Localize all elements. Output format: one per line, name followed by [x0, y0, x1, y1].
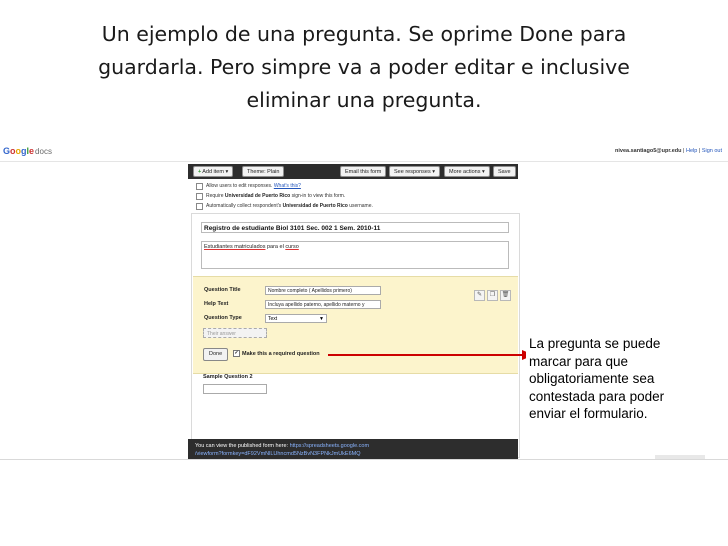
- slide-title-line: Un ejemplo de una pregunta. Se oprime Do…: [101, 22, 627, 46]
- sample-question-title: Sample Question 2: [203, 374, 253, 380]
- option-org: Universidad de Puerto Rico: [224, 193, 291, 199]
- answer-preview-field: Their answer: [203, 328, 267, 338]
- help-link[interactable]: Help: [686, 148, 697, 154]
- required-question-option[interactable]: ✓ Make this a required question: [233, 350, 320, 357]
- question-type-value: Text: [268, 316, 278, 322]
- option-text: username.: [349, 203, 373, 209]
- form-editor: Registro de estudiante Biol 3101 Sec. 00…: [191, 213, 520, 458]
- checkbox[interactable]: [196, 203, 203, 210]
- scroll-area: [655, 455, 705, 459]
- user-email: nivea.santiago5@upr.edu: [615, 148, 682, 154]
- question-type-label: Question Type: [204, 315, 242, 321]
- annotation-callout: La pregunta se puede marcar para que obl…: [526, 334, 694, 423]
- form-options: Allow users to edit responses. What's th…: [196, 181, 373, 211]
- theme-button[interactable]: Theme: Plain: [242, 166, 285, 177]
- question-type-select[interactable]: Text ▼: [265, 314, 327, 323]
- google-docs-logo[interactable]: Googledocs: [3, 146, 52, 156]
- help-text-input[interactable]: Incluya apellido paterno, apellido mater…: [265, 300, 381, 309]
- email-form-button[interactable]: Email this form: [340, 166, 387, 177]
- see-responses-button[interactable]: See responses ▾: [389, 166, 440, 177]
- form-description-field[interactable]: Estudiantes matriculados para el curso: [201, 241, 509, 269]
- slide-title-line: guardarla. Pero simpre va a poder editar…: [98, 55, 630, 79]
- checkbox[interactable]: [196, 183, 203, 190]
- logo-letter: e: [29, 146, 35, 156]
- sign-out-link[interactable]: Sign out: [702, 148, 722, 154]
- more-actions-label: More actions: [449, 169, 481, 175]
- logo-docs: docs: [35, 147, 52, 156]
- option-text: Require: [206, 193, 224, 199]
- required-checkbox[interactable]: ✓: [233, 350, 240, 357]
- delete-trash-icon[interactable]: 🗑: [500, 290, 511, 301]
- option-org: Universidad de Puerto Rico: [282, 203, 348, 209]
- google-bar: Googledocs nivea.santiago5@upr.edu | Hel…: [0, 143, 728, 162]
- question-title-input[interactable]: Nombre completo ( Apellidos primero): [265, 286, 381, 295]
- checkbox[interactable]: [196, 193, 203, 200]
- published-prefix: You can view the published form here:: [195, 443, 290, 449]
- require-signin-option[interactable]: Require Universidad de Puerto Rico sign-…: [196, 191, 373, 201]
- slide-title: Un ejemplo de una pregunta. Se oprime Do…: [20, 18, 708, 117]
- allow-edit-option[interactable]: Allow users to edit responses. What's th…: [196, 181, 373, 191]
- published-url[interactable]: https://spreadsheets.google.com: [290, 443, 370, 449]
- more-actions-button[interactable]: More actions ▾: [444, 166, 490, 177]
- annotation-arrow: [328, 350, 534, 360]
- form-title-field[interactable]: Registro de estudiante Biol 3101 Sec. 00…: [201, 222, 509, 233]
- option-text: sign-in to view this form.: [291, 193, 346, 199]
- required-question-label: Make this a required question: [242, 350, 320, 357]
- plus-icon: +: [198, 169, 202, 175]
- published-form-bar: You can view the published form here: ht…: [188, 439, 518, 459]
- slide-title-line: eliminar una pregunta.: [246, 88, 482, 112]
- logo-letter: G: [3, 146, 11, 156]
- save-button[interactable]: Save: [493, 166, 516, 177]
- description-text: para el: [265, 244, 286, 250]
- option-text: Automatically collect respondent's: [206, 203, 282, 209]
- published-url[interactable]: /viewform?formkey=dF92VmNlLUhncmd5NzBvN3…: [195, 451, 361, 457]
- done-button[interactable]: Done: [203, 348, 229, 361]
- option-text: Allow users to edit responses.: [206, 183, 273, 189]
- question-title-label: Question Title: [204, 287, 241, 293]
- add-item-button[interactable]: +Add item ▾: [193, 166, 234, 177]
- edit-pencil-icon[interactable]: ✎: [474, 290, 485, 301]
- question-actions: ✎ ❐ 🗑: [472, 283, 511, 301]
- add-item-label: Add item: [202, 169, 224, 175]
- dropdown-arrow-icon: ▼: [319, 316, 324, 322]
- sample-answer-field: [203, 384, 267, 394]
- help-text-label: Help Text: [204, 301, 229, 307]
- user-links: nivea.santiago5@upr.edu | Help | Sign ou…: [615, 148, 722, 154]
- collect-username-option[interactable]: Automatically collect respondent's Unive…: [196, 201, 373, 211]
- description-text: curso: [285, 244, 299, 250]
- description-text: Estudiantes matriculados: [204, 244, 266, 250]
- whats-this-link[interactable]: What's this?: [274, 183, 301, 189]
- form-toolbar: +Add item ▾ Theme: Plain Email this form…: [188, 164, 518, 179]
- see-responses-label: See responses: [394, 169, 431, 175]
- duplicate-icon[interactable]: ❐: [487, 290, 498, 301]
